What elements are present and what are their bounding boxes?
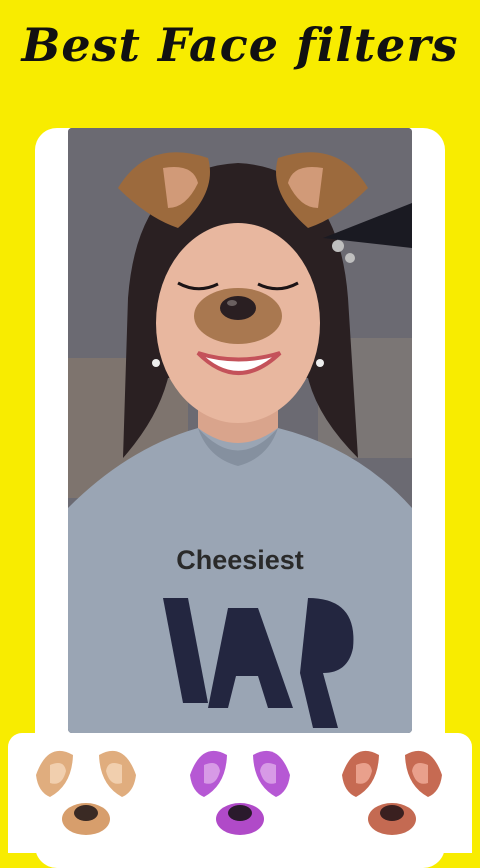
dog-filter-red-button[interactable] bbox=[334, 737, 450, 847]
headline-title: Best Face filters bbox=[21, 18, 459, 72]
dog-filter-purple-button[interactable] bbox=[182, 737, 298, 847]
filter-preview-photo: Cheesiest bbox=[68, 128, 412, 733]
dog-filter-red-icon bbox=[342, 750, 442, 835]
dog-filter-purple-icon bbox=[190, 750, 290, 835]
dog-filter-brown-icon bbox=[36, 750, 136, 835]
filter-tray bbox=[8, 733, 472, 853]
filter-caption: Cheesiest bbox=[176, 545, 304, 575]
dog-filter-brown-button[interactable] bbox=[28, 737, 144, 847]
